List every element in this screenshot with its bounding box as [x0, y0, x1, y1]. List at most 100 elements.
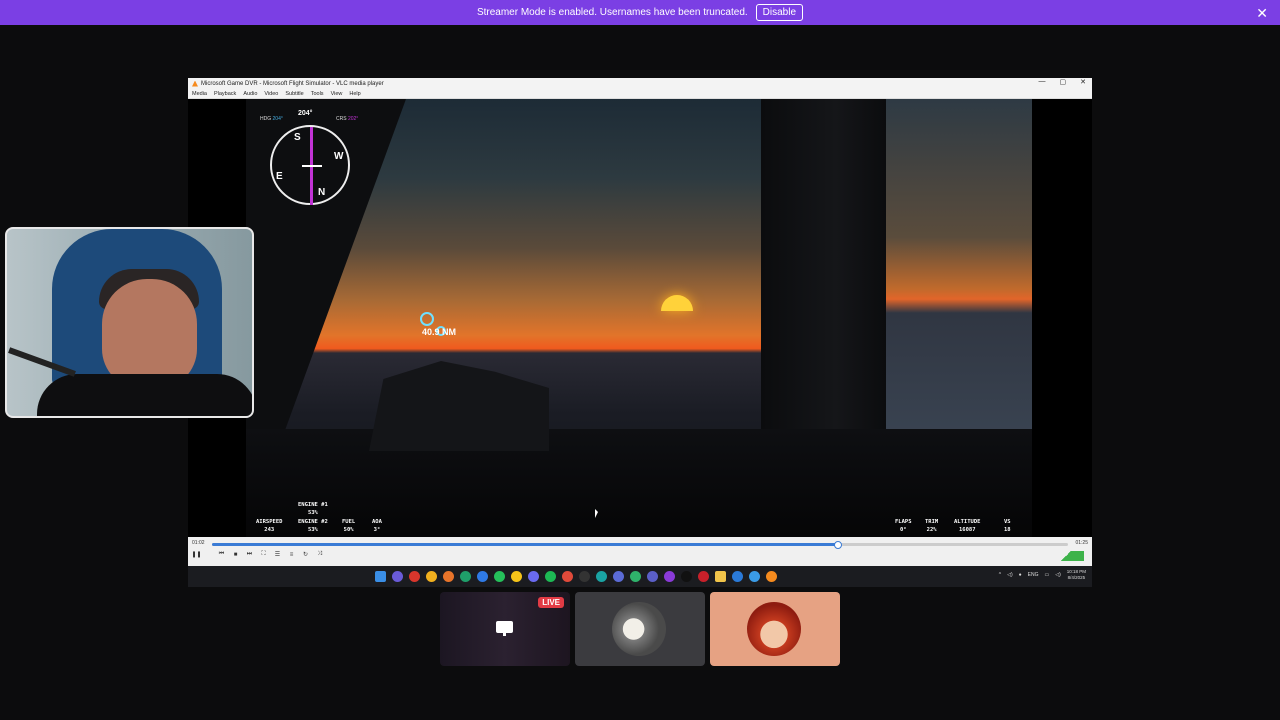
network-icon[interactable]: ▭ — [1044, 572, 1049, 578]
aoa-readout: AOA 3° — [372, 519, 382, 533]
system-tray: ^ ◁) ● ENG ▭ ◁) 10:18 PM 8/4/2025 — [999, 569, 1086, 581]
vlc-titlebar: Microsoft Game DVR - Microsoft Flight Si… — [188, 78, 1092, 89]
media-icon[interactable] — [409, 571, 420, 582]
app-red2-icon[interactable] — [698, 571, 709, 582]
disable-button[interactable]: Disable — [755, 4, 804, 21]
messenger-icon[interactable] — [528, 571, 539, 582]
spotify-icon[interactable] — [545, 571, 556, 582]
chrome-icon[interactable] — [426, 571, 437, 582]
firefox-icon[interactable] — [443, 571, 454, 582]
app-teal-icon[interactable] — [596, 571, 607, 582]
norton-icon[interactable] — [511, 571, 522, 582]
streamer-body — [37, 374, 252, 416]
app-mesh-icon[interactable] — [613, 571, 624, 582]
volume-icon[interactable]: ◁) — [1055, 572, 1061, 578]
streamer-face — [102, 279, 197, 389]
chevron-up-icon[interactable]: ^ — [999, 572, 1001, 578]
cockpit-panel — [369, 361, 549, 451]
shuffle-icon[interactable]: ⤨ — [315, 550, 324, 559]
menu-video[interactable]: Video — [264, 91, 278, 97]
previous-icon[interactable]: ⏮ — [217, 550, 226, 559]
menu-view[interactable]: View — [331, 91, 343, 97]
waypoint-distance: 40.9 NM — [422, 327, 457, 337]
language-indicator[interactable]: ENG — [1028, 572, 1039, 578]
app-blue-icon[interactable] — [732, 571, 743, 582]
aircraft-symbol — [302, 165, 322, 167]
cockpit-dashboard — [246, 429, 1032, 537]
close-icon[interactable]: ✕ — [1256, 5, 1268, 22]
trim-readout: TRIM 22% — [925, 519, 939, 533]
volume-slider[interactable] — [1048, 551, 1084, 561]
compass-n: N — [318, 187, 326, 198]
hdg-readout: HDG 204° — [260, 116, 283, 122]
video-frame[interactable]: HDG 204° 204° CRS 202° S E W N 40.9 NM E… — [246, 99, 1032, 537]
fuel-readout: FUEL 50% — [342, 519, 356, 533]
seek-bar[interactable] — [212, 541, 1068, 549]
screen-share-icon — [496, 621, 513, 636]
participant-tile-2[interactable] — [575, 592, 705, 666]
participant-tile-3[interactable] — [710, 592, 840, 666]
maximize-button[interactable]: ▢ — [1060, 78, 1067, 86]
whatsapp-icon[interactable] — [494, 571, 505, 582]
mouse-cursor-icon — [595, 509, 598, 518]
app-green-icon[interactable] — [630, 571, 641, 582]
menu-playback[interactable]: Playback — [214, 91, 236, 97]
teams-icon[interactable] — [647, 571, 658, 582]
seek-progress — [212, 543, 837, 546]
streamer-webcam — [5, 227, 254, 418]
participant-tiles: LIVE — [440, 592, 840, 666]
file-explorer-icon[interactable] — [715, 571, 726, 582]
vlc-icon[interactable] — [766, 571, 777, 582]
playlist-icon[interactable]: ≡ — [287, 550, 296, 559]
banner-message: Streamer Mode is enabled. Usernames have… — [476, 7, 748, 18]
menu-help[interactable]: Help — [349, 91, 360, 97]
menu-subtitle[interactable]: Subtitle — [285, 91, 303, 97]
copilot-icon[interactable] — [392, 571, 403, 582]
speaker-icon[interactable]: ◁) — [1007, 572, 1013, 578]
fullscreen-icon[interactable]: ⛶ — [259, 550, 268, 559]
app-black-icon[interactable] — [681, 571, 692, 582]
vlc-menubar: Media Playback Audio Video Subtitle Tool… — [188, 89, 1092, 99]
app-purple-icon[interactable] — [664, 571, 675, 582]
mic-icon[interactable]: ● — [1019, 572, 1022, 578]
altitude-readout: ALTITUDE 16087 — [954, 519, 981, 533]
app-store-icon[interactable] — [749, 571, 760, 582]
compass-icon: S E W N — [270, 125, 350, 205]
live-badge: LIVE — [538, 597, 564, 608]
menu-audio[interactable]: Audio — [243, 91, 257, 97]
vlc-cone-icon — [192, 80, 198, 87]
compass-s: S — [294, 132, 301, 143]
avatar — [612, 602, 666, 656]
avatar — [747, 602, 801, 656]
todo-icon[interactable] — [477, 571, 488, 582]
crs-readout: CRS 202° — [336, 116, 359, 122]
clock[interactable]: 10:18 PM 8/4/2025 — [1067, 569, 1086, 581]
sun — [661, 295, 693, 311]
menu-tools[interactable]: Tools — [311, 91, 324, 97]
seek-handle[interactable] — [833, 541, 842, 549]
app-dark-icon[interactable] — [579, 571, 590, 582]
window-title: Microsoft Game DVR - Microsoft Flight Si… — [201, 80, 384, 87]
stop-icon[interactable]: ■ — [231, 550, 240, 559]
app-red-icon[interactable] — [562, 571, 573, 582]
minimize-button[interactable]: — — [1039, 78, 1046, 86]
compass-w: W — [334, 151, 344, 162]
pause-icon[interactable]: ❚❚ — [191, 550, 201, 559]
edge-icon[interactable] — [460, 571, 471, 582]
engine1-readout: ENGINE #1 53% — [298, 502, 328, 516]
loop-icon[interactable]: ↻ — [301, 550, 310, 559]
extended-settings-icon[interactable]: ☰ — [273, 550, 282, 559]
window-close-button[interactable]: ✕ — [1080, 78, 1086, 86]
windows-start-icon[interactable] — [375, 571, 386, 582]
taskbar: ^ ◁) ● ENG ▭ ◁) 10:18 PM 8/4/2025 — [188, 566, 1092, 587]
clock-date: 8/4/2025 — [1067, 575, 1086, 580]
vlc-window: Microsoft Game DVR - Microsoft Flight Si… — [188, 78, 1092, 587]
time-total: 01:25 — [1075, 540, 1088, 546]
screen-share-tile[interactable]: LIVE — [440, 592, 570, 666]
flaps-readout: FLAPS 0° — [895, 519, 912, 533]
engine2-readout: ENGINE #2 53% — [298, 519, 328, 533]
airspeed-readout: AIRSPEED 243 — [256, 519, 283, 533]
menu-media[interactable]: Media — [192, 91, 207, 97]
playback-controls: 01:02 01:25 ❚❚ ⏮ ■ ⏭ ⛶ ☰ ≡ ↻ ⤨ 100% — [188, 537, 1092, 566]
next-icon[interactable]: ⏭ — [245, 550, 254, 559]
